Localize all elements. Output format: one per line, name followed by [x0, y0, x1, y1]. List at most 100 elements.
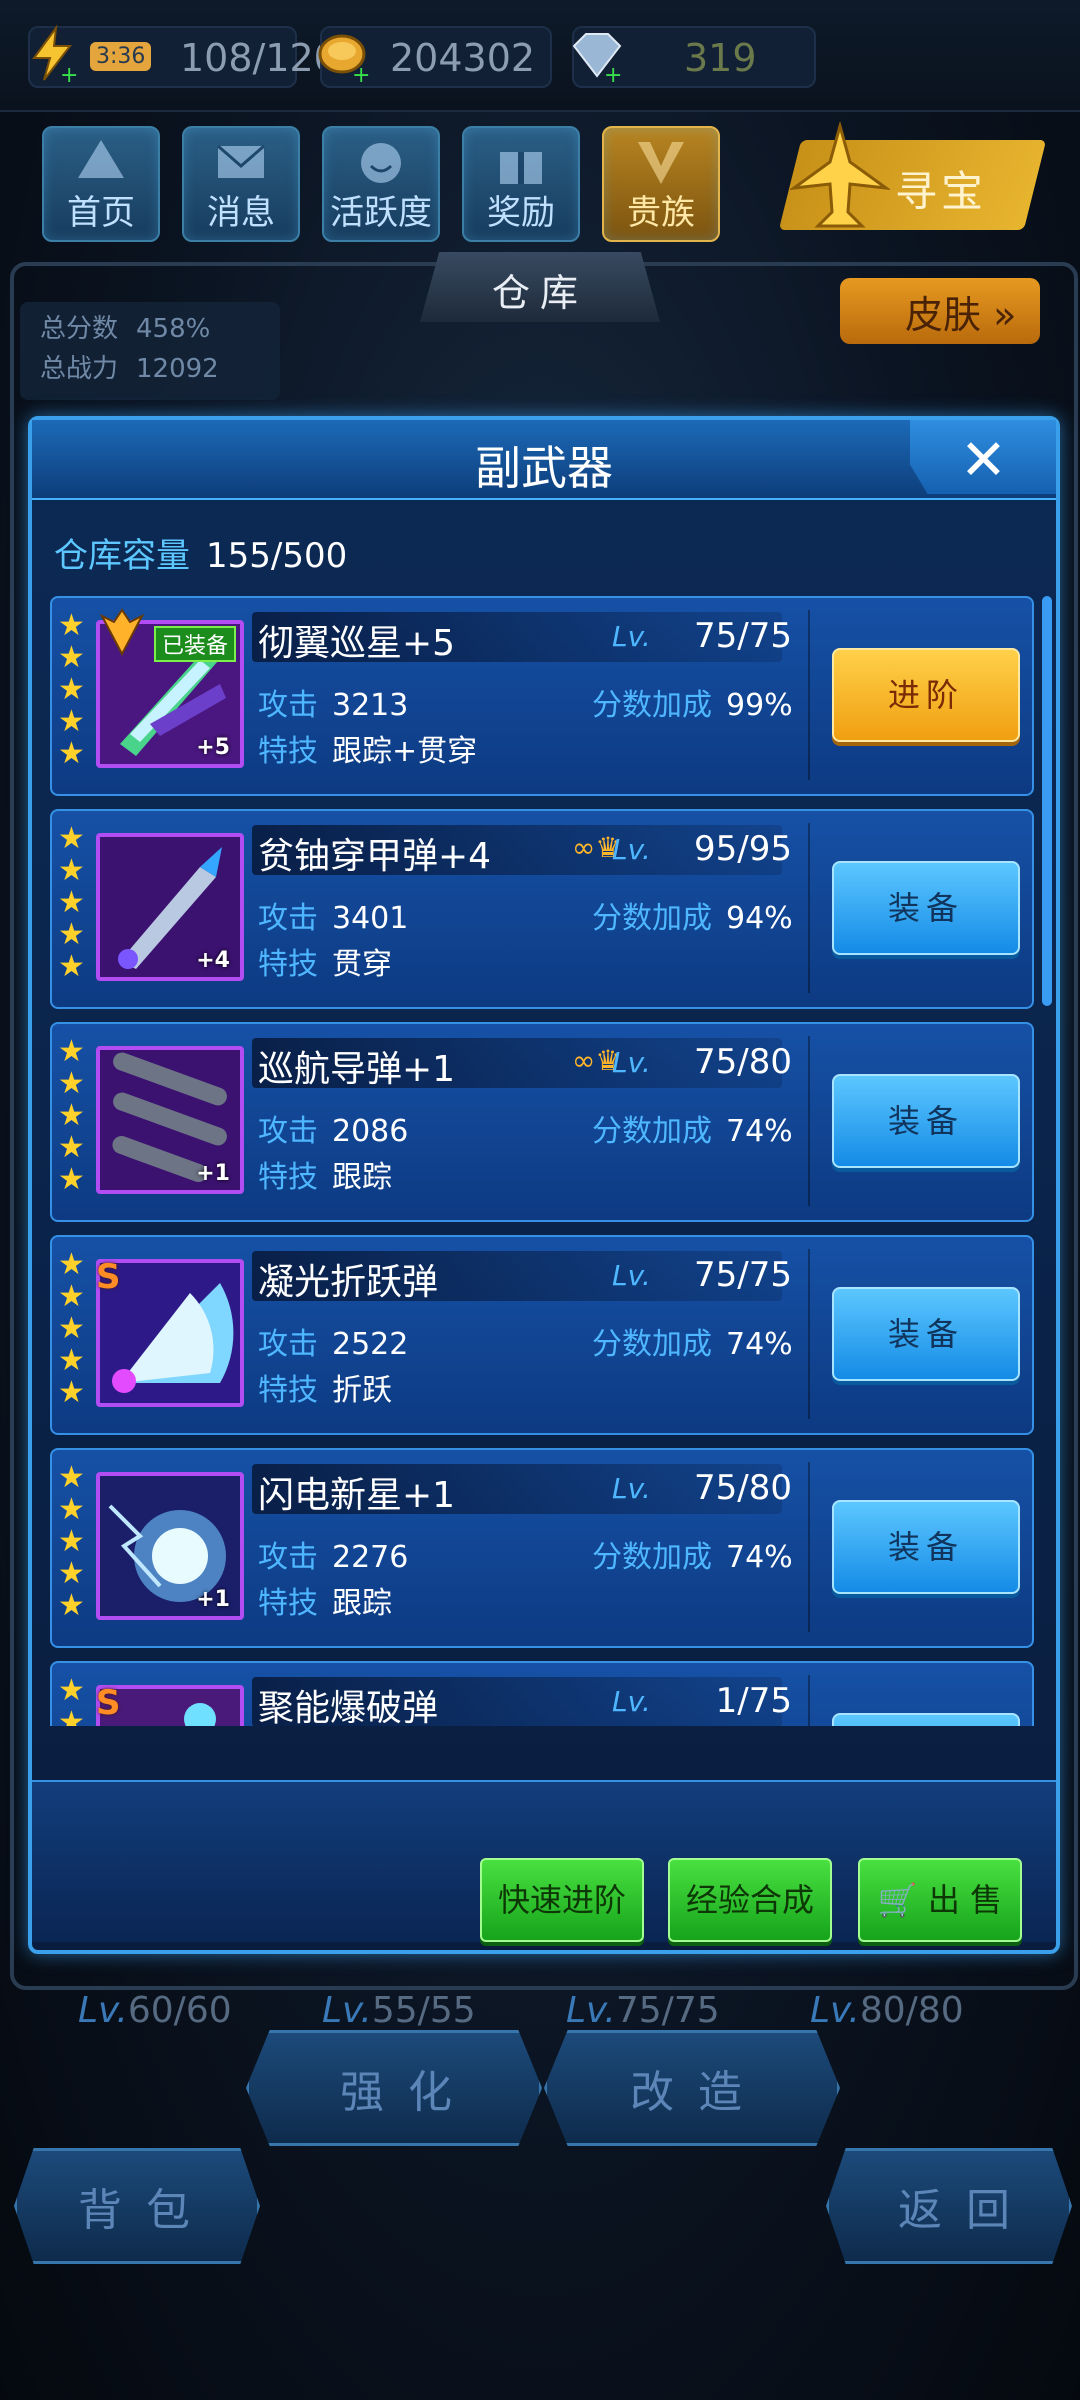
- nav-rewards-button[interactable]: 奖励: [462, 126, 580, 242]
- star-rating: ★★★★★: [58, 608, 85, 771]
- coin-icon: +: [318, 34, 370, 84]
- back-label: 返回: [898, 2185, 1034, 2236]
- level-label: Lv.: [612, 1685, 651, 1718]
- slot-level: Lv.60/60: [78, 1990, 232, 2031]
- nav-messages-button[interactable]: 消息: [182, 126, 300, 242]
- weapon-level: 1/75: [715, 1681, 792, 1721]
- level-label: Lv.: [612, 1046, 651, 1079]
- skill-row: 特技 跟踪: [258, 1586, 392, 1621]
- score-bonus-row: 分数加成 74%: [592, 1540, 793, 1575]
- divider: [808, 1249, 810, 1419]
- divider: [808, 1462, 810, 1632]
- coins-display[interactable]: + 204302: [318, 26, 552, 88]
- nav-activity-button[interactable]: 活跃度: [322, 126, 440, 242]
- svg-text:+: +: [604, 63, 622, 84]
- attack-row: 攻击 3213: [258, 688, 409, 723]
- weapon-list[interactable]: ★ ★ ★ ★ ★ +5 已装备 彻翼巡星+5 Lv. 75/75 攻击 3213 分数加…: [50, 596, 1040, 1726]
- total-power-row: 总战力 12092: [40, 354, 219, 384]
- score-bonus-row: 分数加成 99%: [592, 688, 793, 723]
- equip-button[interactable]: 装备: [832, 1500, 1020, 1594]
- energy-display[interactable]: + 3:36 108/120: [28, 24, 338, 88]
- attack-row: 攻击 3401: [258, 901, 409, 936]
- equipped-badge: 已装备: [154, 626, 237, 662]
- score-bonus-row: 分数加成 74%: [592, 1327, 793, 1362]
- equip-button[interactable]: 装备: [832, 1713, 1020, 1726]
- star-rating: ★★★★★: [58, 1034, 85, 1197]
- divider: [808, 823, 810, 993]
- smile-icon: [361, 143, 401, 183]
- weapon-level: 75/80: [694, 1468, 792, 1508]
- weapon-item[interactable]: ★ ★ ★ ★ ★ +1 巡航导弹+1 ∞♛ Lv. 75/80 攻击 2086 分数加成…: [50, 1022, 1034, 1222]
- weapon-item[interactable]: ★★★★★ S 聚能爆破弹 Lv. 1/75 攻击280 分数加成0% 特技爆破…: [50, 1661, 1034, 1726]
- level-label: Lv.: [612, 620, 651, 653]
- coins-count: 204302: [390, 36, 536, 80]
- skill-row: 特技 跟踪: [258, 1160, 392, 1195]
- s-rank-badge: S: [96, 1683, 121, 1723]
- weapon-item[interactable]: ★ ★ ★ ★ ★ +5 已装备 彻翼巡星+5 Lv. 75/75 攻击 3213 分数加…: [50, 596, 1034, 796]
- star-rating: ★★★★★: [58, 821, 85, 984]
- gems-count: 319: [684, 36, 757, 80]
- weapon-thumbnail: +4: [96, 833, 244, 981]
- equip-button[interactable]: 装备: [832, 861, 1020, 955]
- nav-noble-label: 贵族: [627, 193, 695, 233]
- weapon-level: 95/95: [694, 829, 792, 869]
- sell-label: 出 售: [927, 1881, 1003, 1919]
- noble-v-icon: [638, 142, 684, 184]
- divider: [808, 1036, 810, 1206]
- nav-messages-label: 消息: [207, 193, 275, 233]
- weapon-thumbnail: +1: [96, 1472, 244, 1620]
- level-label: Lv.: [612, 833, 651, 866]
- diamond-icon: +: [572, 33, 622, 84]
- weapon-name: 彻翼巡星+5: [258, 623, 456, 664]
- nav-home-button[interactable]: 首页: [42, 126, 160, 242]
- weapon-name: 巡航导弹+1: [258, 1049, 456, 1090]
- level-label: Lv.: [612, 1472, 651, 1505]
- sell-button[interactable]: 🛒 出 售: [858, 1858, 1022, 1942]
- light-fan-icon: [100, 1263, 240, 1403]
- equip-button[interactable]: 装备: [832, 1287, 1020, 1381]
- warehouse-stats: 总分数 458% 总战力 12092: [20, 302, 280, 400]
- level-label: Lv.: [612, 1259, 651, 1292]
- mail-icon: [217, 144, 265, 178]
- capacity-label: 仓库容量: [54, 536, 190, 576]
- quick-advance-button[interactable]: 快速进阶: [480, 1858, 644, 1942]
- close-icon[interactable]: ✕: [960, 428, 1007, 493]
- weapon-name: 凝光折跃弹: [258, 1262, 439, 1303]
- nav-activity-label: 活跃度: [330, 193, 432, 233]
- weapon-item[interactable]: ★ ★ ★ ★ ★ +4 贫铀穿甲弹+4 ∞♛ Lv. 95/95 攻击 3401 分数加…: [50, 809, 1034, 1009]
- strengthen-label: 强化: [340, 2067, 476, 2118]
- weapon-item[interactable]: ★ ★ ★ ★ ★ S 凝光折跃弹 Lv. 75/75 攻击 2522 分数加成 74% 特…: [50, 1235, 1034, 1435]
- advance-button[interactable]: 进阶: [832, 648, 1020, 742]
- secondary-weapon-dialog: 副武器 ✕ 仓库容量 155/500 ★ ★ ★ ★ ★ +5 已装备 彻翼巡星+5 Lv…: [28, 416, 1060, 1954]
- weapon-item[interactable]: ★ ★ ★ ★ ★ +1 闪电新星+1 Lv. 75/80 攻击 2276 分数加成 74%…: [50, 1448, 1034, 1648]
- gems-display[interactable]: + 319: [572, 26, 816, 88]
- total-score-row: 总分数 458%: [40, 314, 211, 344]
- score-bonus-row: 分数加成 94%: [592, 901, 793, 936]
- equip-button[interactable]: 装备: [832, 1074, 1020, 1168]
- blast-shells-icon: [100, 1689, 240, 1726]
- weapon-name: 闪电新星+1: [258, 1475, 456, 1516]
- s-rank-badge: S: [96, 1257, 121, 1297]
- treasure-label: 寻宝: [895, 167, 988, 216]
- nav-noble-button[interactable]: 贵族: [602, 126, 720, 242]
- weapon-level: 75/75: [694, 616, 792, 656]
- skill-row: 特技 跟踪+贯穿: [258, 734, 478, 769]
- divider: [808, 610, 810, 780]
- weapon-name: 聚能爆破弹: [258, 1688, 439, 1726]
- cart-icon: 🛒: [877, 1881, 918, 1919]
- attack-row: 攻击 2522: [258, 1327, 409, 1362]
- weapon-level: 75/80: [694, 1042, 792, 1082]
- exp-merge-button[interactable]: 经验合成: [668, 1858, 832, 1942]
- jet-icon: [790, 122, 890, 228]
- lightning-icon: +: [32, 24, 78, 84]
- slot-level: Lv.80/80: [810, 1990, 964, 2031]
- capacity-value: 155/500: [206, 536, 348, 576]
- weapon-name: 贫铀穿甲弹+4: [258, 836, 492, 877]
- resource-bar: + 3:36 108/120 + 204302 + 319: [0, 0, 1080, 112]
- main-nav: 首页 消息 活跃度 奖励 贵族: [42, 126, 720, 242]
- score-bonus-row: 分数加成 74%: [592, 1114, 793, 1149]
- slot-level: Lv.75/75: [566, 1990, 720, 2031]
- skill-row: 特技 折跃: [258, 1373, 392, 1408]
- list-scrollbar[interactable]: [1042, 596, 1052, 1006]
- capacity-row: 仓库容量 155/500: [54, 528, 347, 577]
